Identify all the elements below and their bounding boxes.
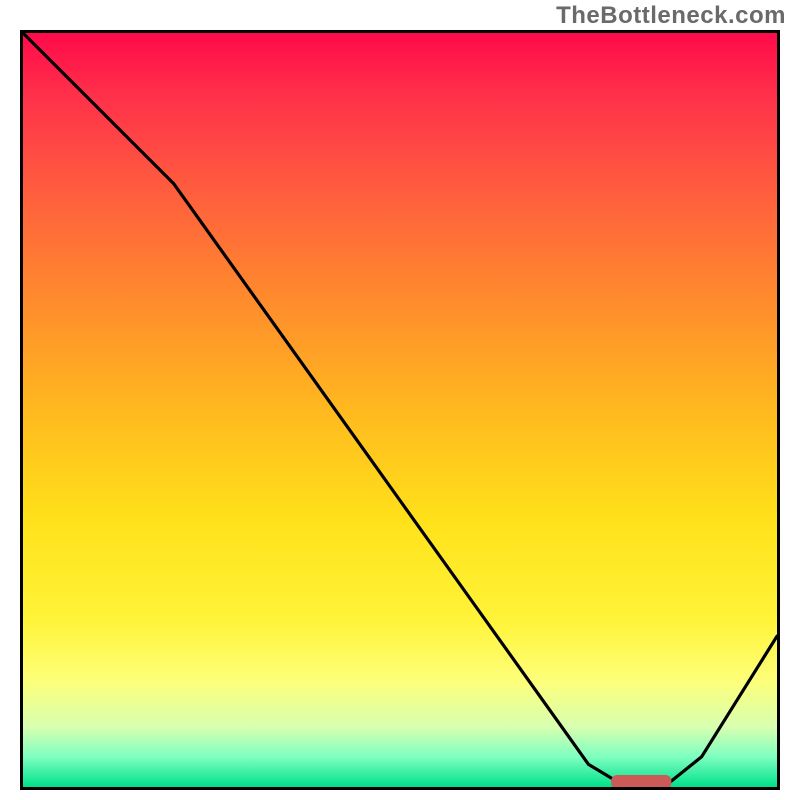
optimal-marker [611,775,671,787]
curve-layer [23,33,777,787]
chart-container: TheBottleneck.com [0,0,800,800]
bottleneck-curve [23,33,777,787]
watermark-text: TheBottleneck.com [556,2,786,30]
plot-area [20,30,780,790]
